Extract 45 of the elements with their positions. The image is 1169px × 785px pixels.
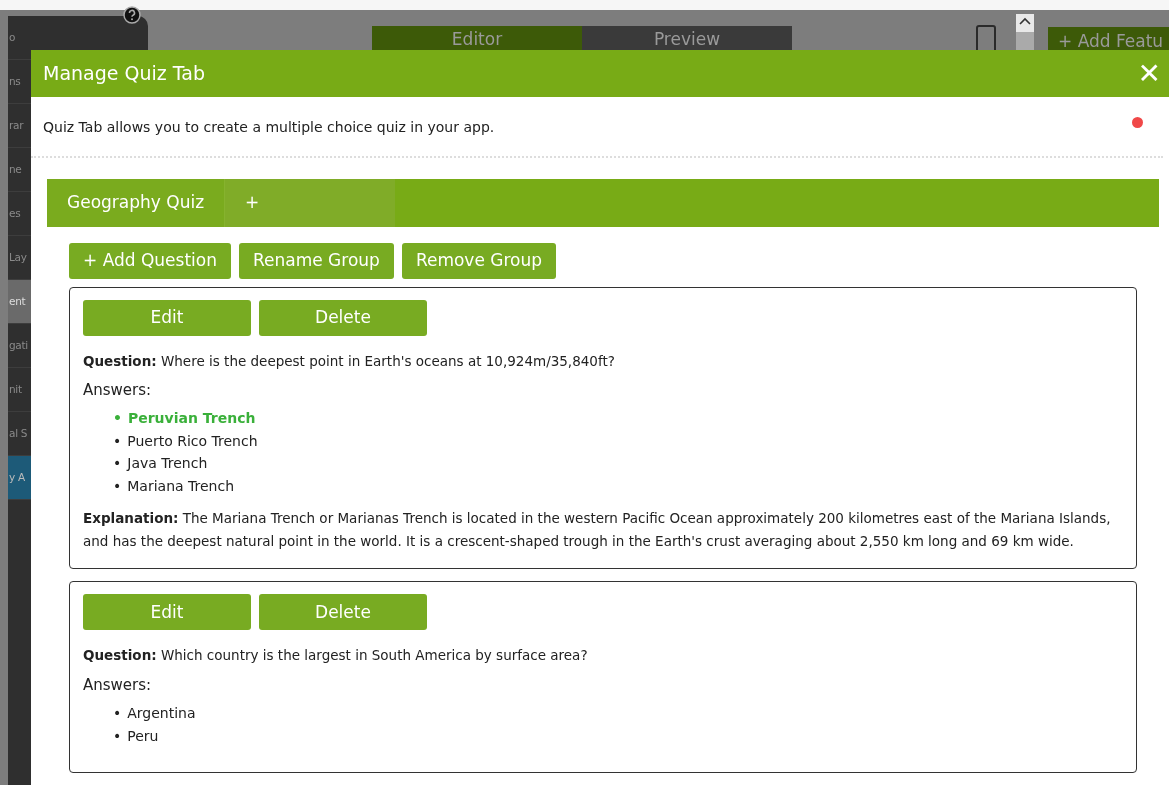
list-bullet: • [113,726,122,746]
sidebar-item-text: gati [9,337,28,353]
question-text: Question: Which country is the largest in South America by surface area? [83,646,589,666]
sidebar-item-text: y A [9,469,25,485]
sidebar-item-text: ne [9,161,22,177]
scroll-up-icon[interactable] [1014,14,1036,50]
list-bullet: • [113,454,122,474]
help-icon[interactable] [123,6,141,24]
delete-button[interactable]: Delete [259,594,427,631]
answer-item: Mariana Trench [127,476,235,496]
add-question-button[interactable]: + Add Question [69,243,231,279]
sidebar-item-text: ent [9,293,26,309]
sidebar-item-text: nit [9,381,22,397]
dialog-title: Manage Quiz Tab [43,61,205,87]
explanation-text: Explanation: The Mariana Trench or Marianas Trench is located in the western Pacific Ocean approximately 200 kilometres east of the Mariana Islands, and has the deepest natural point in the world. It is a crescent-shaped trough in the Earth's crust averaging about 2,550 km long and 69 km wide. [83,509,1112,552]
sidebar-item-text: rar [9,117,24,133]
list-bullet: • [113,431,122,451]
group-tab[interactable]: Geography Quiz [47,179,226,227]
answers-label: Answers: [83,379,153,401]
group-tab[interactable]: + [225,179,396,227]
sidebar-item-text: es [9,205,21,221]
answer-item: Peru [127,726,159,746]
sidebar-item-text: Lay [9,249,27,265]
view-tab[interactable]: Preview [582,26,792,52]
answer-item: Java Trench [127,454,208,474]
group-button[interactable]: Remove Group [401,243,557,279]
close-button[interactable]: ✕ [1129,59,1169,88]
question-text: Question: Where is the deepest point in Earth's oceans at 10,924m/35,840ft? [83,351,616,371]
sidebar-item-text: ns [9,73,21,89]
status-dot-icon [1132,117,1143,128]
view-tab[interactable]: Editor [372,26,582,52]
delete-button[interactable]: Delete [259,299,427,336]
list-bullet: • [113,476,122,496]
answers-label: Answers: [83,674,153,696]
answer-item: Argentina [127,704,196,723]
group-button[interactable]: Rename Group [239,243,394,279]
sidebar-item-text: al S [9,425,28,441]
edit-button[interactable]: Edit [83,299,251,336]
answer-item: Peruvian Trench [127,409,256,429]
list-bullet: • [113,409,122,429]
description-text: Quiz Tab allows you to create a multiple choice quiz in your app. [43,118,495,137]
edit-button[interactable]: Edit [83,594,251,631]
sidebar-item-text: o [9,29,16,45]
answer-item: Puerto Rico Trench [127,431,258,451]
list-bullet: • [113,704,122,723]
